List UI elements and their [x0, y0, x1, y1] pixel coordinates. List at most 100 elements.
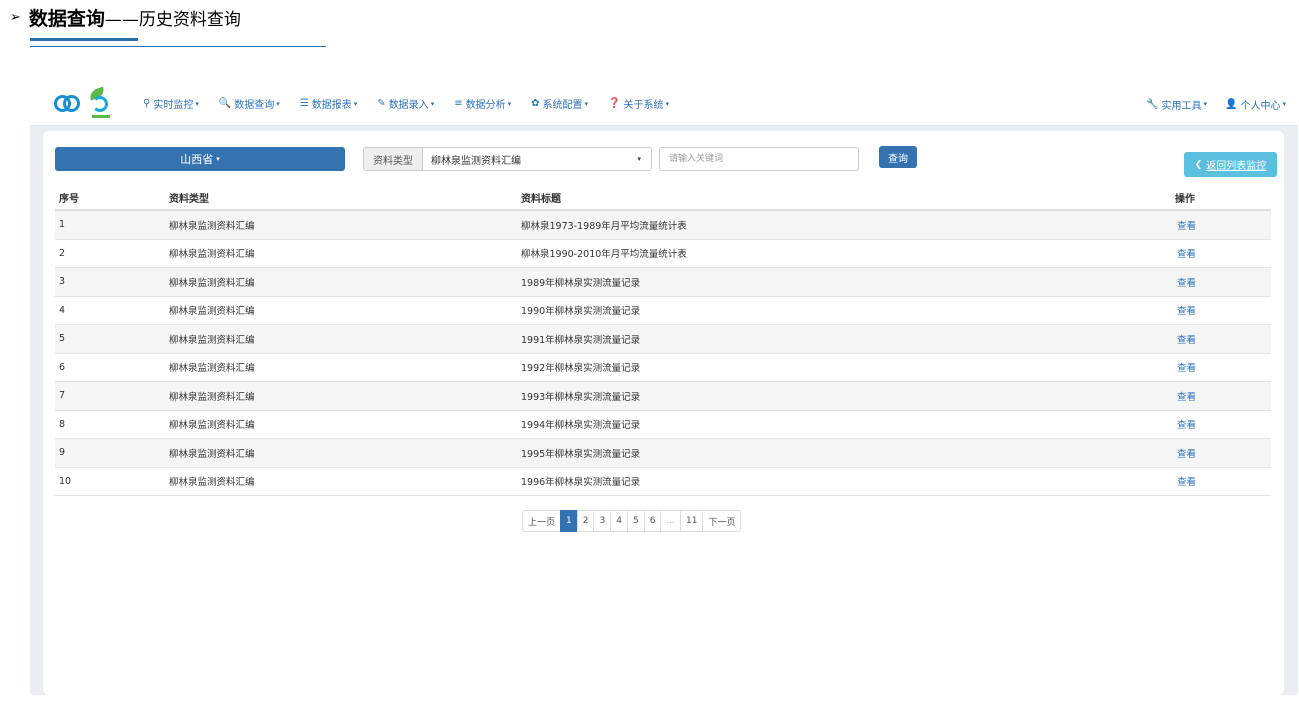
chevron-down-icon: ▾ — [216, 155, 220, 163]
row-type: 柳林泉监测资料汇编 — [169, 420, 255, 432]
prev-page-button[interactable]: 上一页 — [522, 510, 562, 532]
page-button[interactable]: 3 — [593, 510, 612, 532]
nav-item-label: 实时监控 — [153, 100, 194, 111]
chevron-down-icon: ▾ — [276, 99, 280, 108]
nav-item-search[interactable]: 🔍 数据查询 ▾ — [219, 96, 280, 111]
heading-underline-accent — [30, 38, 138, 41]
user-nav-menu: 🔧 实用工具 ▾ 👤 个人中心 ▾ — [1128, 82, 1286, 126]
view-link[interactable]: 查看 — [1177, 335, 1196, 346]
nav-item-question[interactable]: ❓ 关于系统 ▾ — [608, 96, 669, 111]
nav-item-label: 数据查询 — [234, 100, 275, 111]
page-button[interactable]: 5 — [626, 510, 645, 532]
nav-item-label: 关于系统 — [623, 100, 664, 111]
province-dropdown-button[interactable]: 山西省 ▾ — [55, 147, 345, 171]
data-type-select[interactable]: 柳林泉监测资料汇编 ▾ — [423, 148, 651, 170]
arrow-bullet-icon: ➢ — [10, 9, 21, 25]
nav-item-edit[interactable]: ✎ 数据录入 ▾ — [377, 96, 434, 111]
page-ellipsis: ... — [660, 510, 682, 532]
header-title: 资料标题 — [521, 193, 561, 205]
view-link[interactable]: 查看 — [1177, 363, 1196, 374]
chevron-down-icon: ▾ — [1282, 100, 1286, 108]
next-page-button[interactable]: 下一页 — [702, 510, 742, 532]
view-link[interactable]: 查看 — [1177, 221, 1196, 232]
nav-item-label: 数据分析 — [465, 100, 506, 111]
user-icon: 👤 — [1225, 98, 1238, 110]
row-action-cell: 查看 — [1171, 360, 1271, 374]
table-body: 1 柳林泉监测资料汇编 柳林泉1973-1989年月平均流量统计表 查看 2 柳林泉监测资… — [55, 211, 1271, 496]
heading-underline — [30, 46, 326, 47]
nav-item-gear[interactable]: ✿ 系统配置 ▾ — [531, 96, 588, 111]
row-index: 7 — [59, 390, 66, 402]
row-title: 1994年柳林泉实测流量记录 — [521, 420, 641, 432]
tasks-icon: ≡ — [454, 98, 463, 109]
province-label: 山西省 — [180, 153, 214, 166]
list-icon: ☰ — [299, 98, 309, 109]
view-link[interactable]: 查看 — [1177, 420, 1196, 431]
page-button[interactable]: 4 — [610, 510, 628, 532]
header-type: 资料类型 — [169, 193, 209, 205]
view-link[interactable]: 查看 — [1177, 449, 1196, 460]
chevron-down-icon: ▾ — [637, 155, 641, 163]
row-index: 5 — [59, 333, 66, 345]
row-action-cell: 查看 — [1171, 303, 1271, 317]
app-window: ⚲ 实时监控 ▾ 🔍 数据查询 ▾ ☰ 数据报表 ▾ ✎ 数据录入 ▾ ≡ 数据分析 ▾ ✿ 系统配置 ▾ ❓ 关于系… — [30, 82, 1298, 695]
back-to-list-button[interactable]: ❮ 返回列表监控 — [1184, 152, 1277, 177]
back-to-list-label: 返回列表监控 — [1206, 161, 1267, 172]
row-type: 柳林泉监测资料汇编 — [169, 277, 255, 289]
row-type: 柳林泉监测资料汇编 — [169, 334, 255, 346]
row-type: 柳林泉监测资料汇编 — [169, 306, 255, 318]
page-button[interactable]: 2 — [576, 510, 595, 532]
row-index: 1 — [59, 219, 66, 231]
records-table: 序号 资料类型 资料标题 操作 1 柳林泉监测资料汇编 柳林泉1973-1989年月… — [55, 185, 1271, 496]
nav-item-list[interactable]: ☰ 数据报表 ▾ — [300, 96, 357, 111]
edit-icon: ✎ — [377, 98, 386, 109]
keyword-search-input[interactable] — [659, 147, 859, 171]
row-index: 3 — [59, 276, 66, 288]
gear-icon: ✿ — [531, 98, 540, 109]
row-index: 10 — [59, 475, 72, 487]
chevron-down-icon: ▾ — [507, 99, 512, 108]
query-button[interactable]: 查询 — [879, 146, 917, 168]
nav-item-label: 实用工具 — [1161, 100, 1202, 112]
row-action-cell: 查看 — [1171, 389, 1271, 403]
view-link[interactable]: 查看 — [1177, 477, 1196, 488]
table-row: 4 柳林泉监测资料汇编 1990年柳林泉实测流量记录 查看 — [55, 297, 1271, 325]
nav-item-tasks[interactable]: ≡ 数据分析 ▾ — [454, 96, 511, 111]
header-index: 序号 — [59, 193, 79, 205]
table-row: 10 柳林泉监测资料汇编 1996年柳林泉实测流量记录 查看 — [55, 468, 1271, 496]
row-title: 1989年柳林泉实测流量记录 — [521, 277, 641, 289]
nav-item-map-marker[interactable]: ⚲ 实时监控 ▾ — [143, 96, 199, 111]
water-logo-icon — [54, 94, 80, 113]
table-row: 6 柳林泉监测资料汇编 1992年柳林泉实测流量记录 查看 — [55, 354, 1271, 382]
view-link[interactable]: 查看 — [1177, 392, 1196, 403]
view-link[interactable]: 查看 — [1177, 306, 1196, 317]
row-action-cell: 查看 — [1171, 446, 1271, 460]
chevron-down-icon: ▾ — [584, 99, 589, 108]
pagination: 上一页 1 2 3 4 5 6... 11 下一页 — [522, 510, 742, 532]
heading-title: 数据查询 — [28, 7, 105, 30]
page-button[interactable]: 6 — [643, 510, 662, 532]
document-heading: ➢ 数据查询 ——历史资料查询 — [10, 4, 241, 30]
chevron-down-icon: ▾ — [353, 99, 358, 108]
heading-subtitle: ——历史资料查询 — [104, 9, 241, 30]
spring-logo-icon — [86, 86, 114, 121]
row-type: 柳林泉监测资料汇编 — [169, 477, 255, 489]
page-button[interactable]: 1 — [560, 510, 578, 532]
view-link[interactable]: 查看 — [1177, 249, 1196, 260]
nav-item-label: 系统配置 — [542, 100, 583, 111]
table-row: 3 柳林泉监测资料汇编 1989年柳林泉实测流量记录 查看 — [55, 268, 1271, 297]
row-action-cell: 查看 — [1171, 417, 1271, 431]
row-title: 柳林泉1990-2010年月平均流量统计表 — [521, 249, 687, 261]
nav-item-wrench[interactable]: 🔧 实用工具 ▾ — [1146, 97, 1207, 112]
view-link[interactable]: 查看 — [1177, 278, 1196, 289]
app-logo[interactable] — [54, 84, 134, 124]
nav-item-label: 数据报表 — [311, 100, 352, 111]
row-action-cell: 查看 — [1171, 275, 1271, 289]
page-button[interactable]: 11 — [680, 510, 704, 532]
chevron-down-icon: ▾ — [195, 99, 199, 108]
table-row: 1 柳林泉监测资料汇编 柳林泉1973-1989年月平均流量统计表 查看 — [55, 211, 1271, 240]
row-type: 柳林泉监测资料汇编 — [169, 363, 255, 375]
table-row: 2 柳林泉监测资料汇编 柳林泉1990-2010年月平均流量统计表 查看 — [55, 240, 1271, 268]
row-type: 柳林泉监测资料汇编 — [169, 391, 255, 403]
nav-item-user[interactable]: 👤 个人中心 ▾ — [1225, 97, 1286, 112]
